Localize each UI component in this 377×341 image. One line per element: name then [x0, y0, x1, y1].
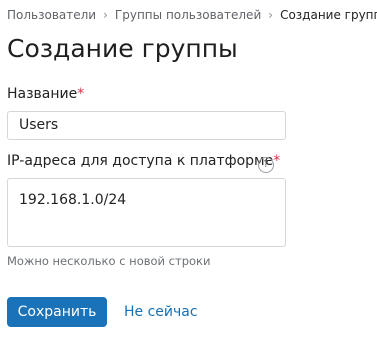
page-title: Создание группы [7, 34, 238, 63]
cancel-link[interactable]: Не сейчас [124, 297, 198, 327]
ip-label: IP-адреса для доступа к платформе* [7, 153, 280, 169]
ip-hint: Можно несколько с новой строки [7, 254, 211, 268]
breadcrumb-current: Создание группы [280, 8, 377, 22]
name-label-text: Название [7, 86, 78, 102]
breadcrumb-chevron-icon: › [103, 8, 108, 22]
save-button[interactable]: Сохранить [7, 297, 107, 327]
group-name-input[interactable]: Users [7, 111, 286, 140]
name-label: Название* [7, 86, 84, 102]
breadcrumb: Пользователи › Группы пользователей › Со… [7, 8, 377, 22]
breadcrumb-chevron-icon: › [268, 8, 274, 22]
required-mark: * [273, 153, 281, 169]
breadcrumb-user-groups-link[interactable]: Группы пользователей [115, 8, 261, 22]
help-icon[interactable]: ? [258, 157, 274, 173]
required-mark: * [77, 86, 85, 102]
ip-addresses-textarea[interactable]: 192.168.1.0/24 [7, 178, 286, 247]
ip-label-text: IP-адреса для доступа к платформе [7, 153, 274, 169]
breadcrumb-users-link[interactable]: Пользователи [7, 8, 96, 22]
